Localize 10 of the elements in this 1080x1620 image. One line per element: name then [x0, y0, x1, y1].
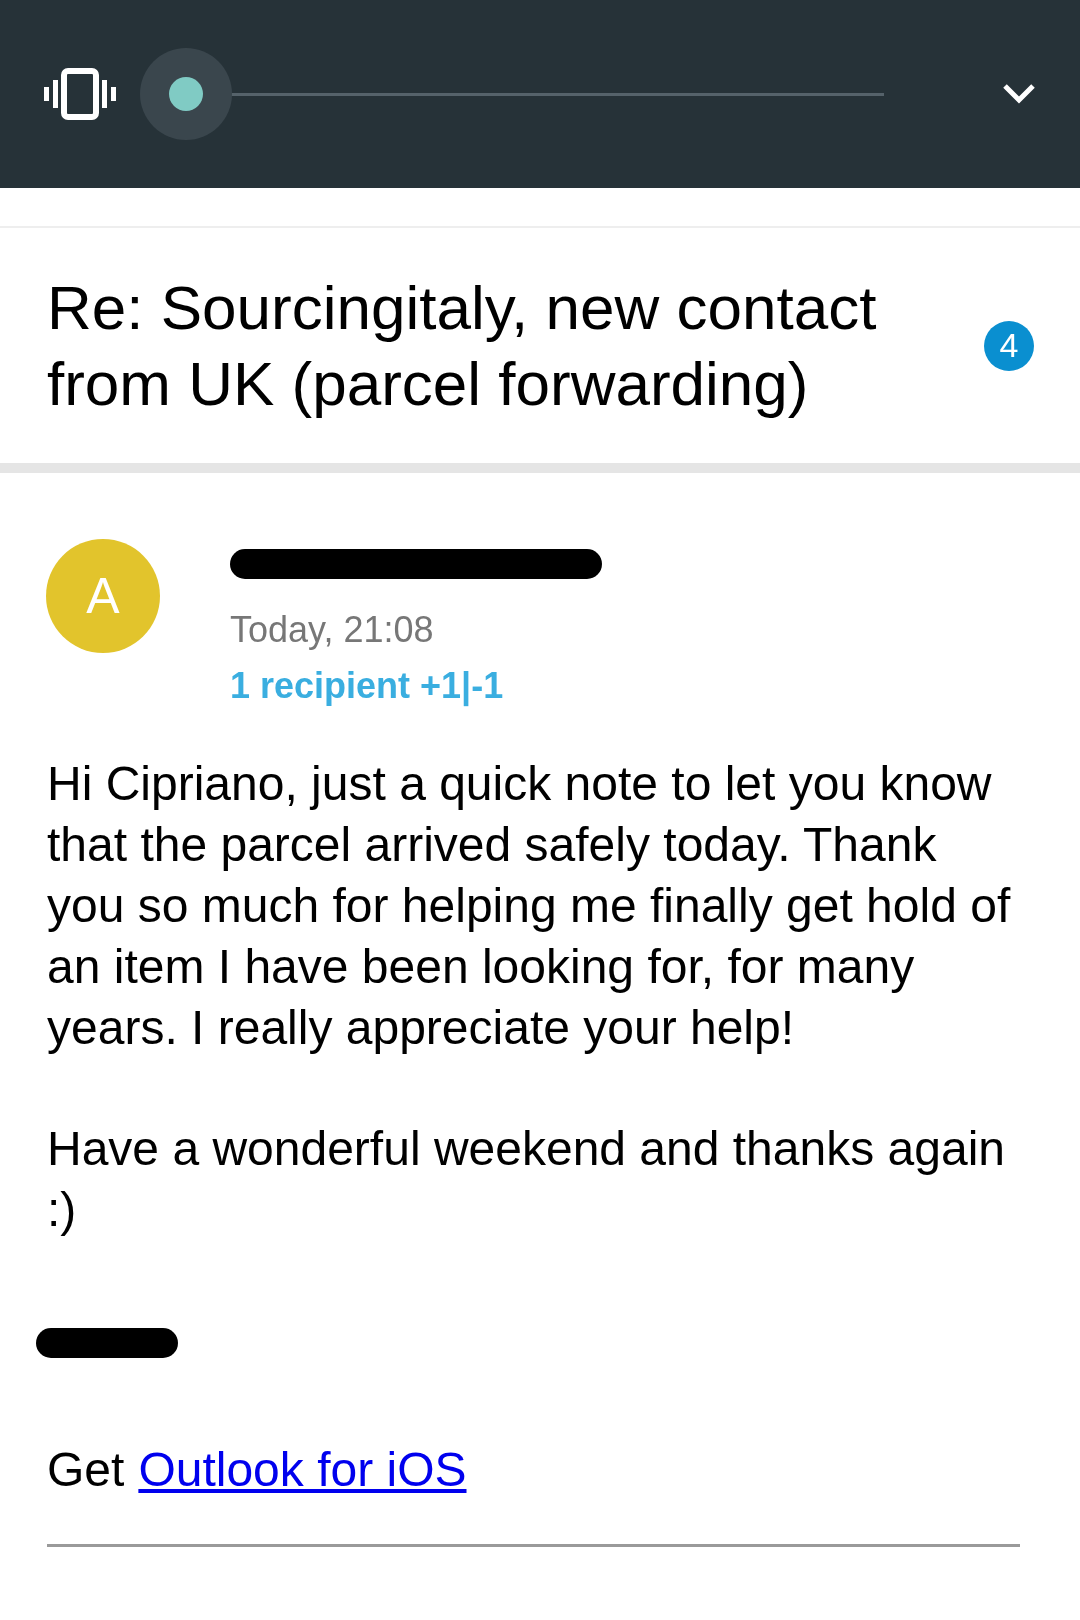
outlook-link[interactable]: Outlook for iOS [138, 1440, 467, 1500]
chevron-down-icon[interactable] [1002, 83, 1036, 105]
message-paragraph: Have a wonderful weekend and thanks again :) [47, 1121, 1006, 1238]
message-count-badge: 4 [984, 320, 1034, 371]
email-subject: Re: Sourcingitaly, new contact from UK (parcel forwarding) [47, 271, 878, 420]
sender-avatar: A [46, 539, 160, 653]
footer-text: Get [47, 1442, 125, 1498]
sent-date: Today, 21:08 [230, 608, 435, 652]
message-paragraph: Hi Cipriano, just a quick note to let you know that the parcel arrived safely today. Thank you so much for helping me finally get hold of an item I have been looking for, for many years. I really appreciate your help! [47, 756, 1012, 1056]
vibrate-icon[interactable] [44, 68, 116, 120]
